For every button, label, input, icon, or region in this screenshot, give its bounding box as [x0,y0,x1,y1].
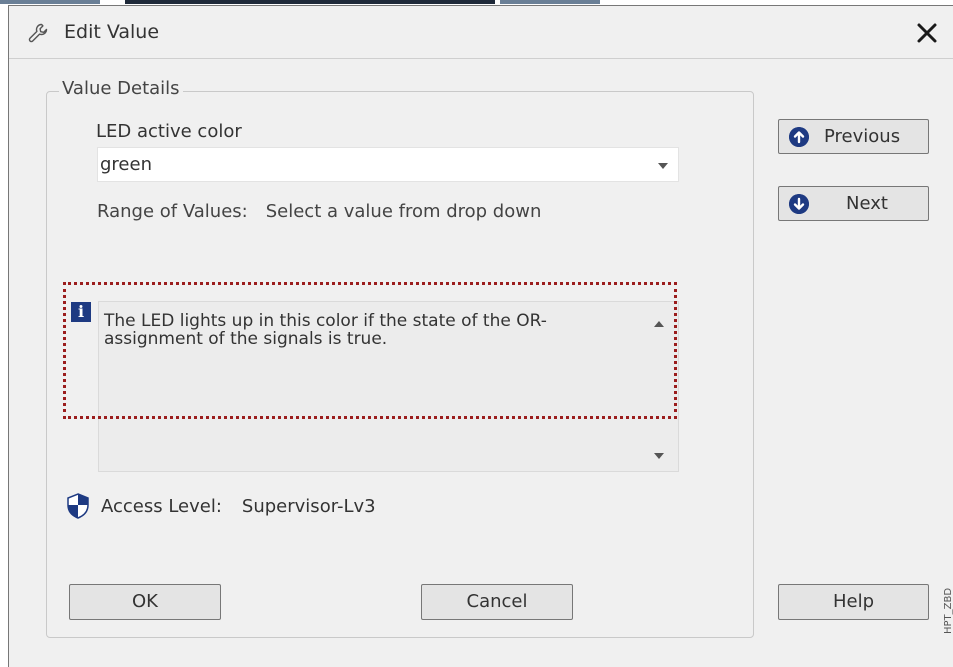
edit-value-dialog: Edit Value Value Details LED active colo… [8,5,953,667]
figure-code-watermark: HPT_ZBD [943,587,953,634]
arrow-down-circle-icon [789,194,809,214]
dialog-titlebar: Edit Value [9,6,953,59]
background-tab [500,0,600,4]
access-value: Supervisor-Lv3 [241,496,376,517]
shield-icon [67,493,89,519]
previous-button[interactable]: Previous [778,119,929,154]
chevron-down-icon[interactable] [658,163,668,169]
next-button[interactable]: Next [778,186,929,221]
background-tab [125,0,495,4]
dialog-title: Edit Value [64,21,160,43]
access-label: Access Level: [101,496,222,517]
info-icon: i [71,302,91,322]
range-label: Range of Values: [97,201,248,222]
previous-label: Previous [824,126,901,147]
next-label: Next [846,193,888,214]
range-of-values: Range of Values: Select a value from drop… [97,201,541,222]
close-icon[interactable] [910,16,944,50]
wrench-icon [28,23,48,43]
description-text: The LED lights up in this color if the s… [104,311,547,349]
scroll-up-arrow-icon[interactable] [654,321,664,327]
access-level: Access Level: Supervisor-Lv3 [101,496,376,517]
ok-button[interactable]: OK [69,584,221,620]
range-value: Select a value from drop down [265,201,542,222]
dropdown-selected-value: green [100,154,152,175]
cancel-button[interactable]: Cancel [421,584,573,620]
arrow-up-circle-icon [789,127,809,147]
group-title: Value Details [59,78,183,99]
led-color-dropdown[interactable]: green [97,147,679,182]
scroll-down-arrow-icon[interactable] [654,453,664,459]
description-textarea[interactable]: The LED lights up in this color if the s… [98,301,679,472]
help-button[interactable]: Help [778,584,929,620]
background-tab [0,0,100,4]
field-label: LED active color [96,121,242,142]
